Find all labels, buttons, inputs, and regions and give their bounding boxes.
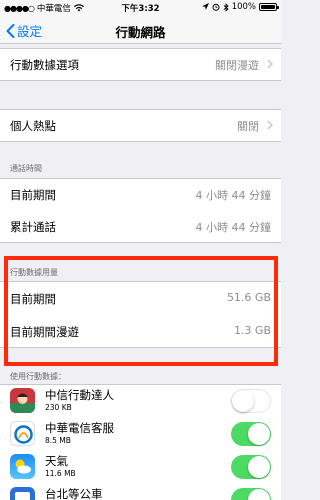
app-data-toggle[interactable] [231,389,271,413]
personal-hotspot-row[interactable]: 個人熱點 關閉 [0,109,281,141]
personal-hotspot-label: 個人熱點 [10,119,56,133]
status-right: 100% [201,2,279,12]
app-size: 8.5 MB [45,436,71,445]
data-usage-header: 行動數據用量 [10,268,58,277]
battery-percent: 100% [231,2,256,12]
status-bar: ●●●●○ 中華電信 下午3:32 100% [0,0,281,14]
app-name: 中信行動達人 [45,388,114,402]
call-time-total-value: 4 小時 44 分鐘 [195,221,272,234]
app-row-bus: 台北等公車 [0,483,281,500]
app-name: 中華電信客服 [45,421,114,435]
data-usage-current-value: 51.6 GB [226,291,271,304]
battery-icon [259,3,279,11]
call-time-total-row: 累計通話 4 小時 44 分鐘 [0,210,281,242]
app-size: 11.6 MB [45,469,76,478]
page-title: 行動網路 [115,25,166,40]
app-size: 230 KB [45,403,72,412]
app-data-toggle[interactable] [231,422,271,446]
chevron-right-icon [267,59,273,69]
location-icon [201,3,209,10]
cellular-data-options-label: 行動數據選項 [10,58,79,72]
data-usage-roaming-value: 1.3 GB [233,324,271,337]
weather-icon [10,454,35,479]
cellular-data-options-value: 關閉漫遊 [215,59,259,72]
cellular-data-options-row[interactable]: 行動數據選項 關閉漫遊 [0,48,281,80]
bluetooth-icon [223,2,229,12]
bus-icon [10,487,35,500]
ctbc-icon [10,388,35,413]
app-row-cht-service: 中華電信客服 8.5 MB [0,417,281,450]
app-data-toggle[interactable] [231,488,271,500]
app-row-ctbc: 中信行動達人 230 KB [0,384,281,417]
alarm-icon [212,3,220,11]
nav-bar: 設定 行動網路 [0,14,281,44]
app-data-toggle[interactable] [231,455,271,479]
chevron-right-icon [267,120,273,130]
apps-section-header: 使用行動數據： [10,372,66,381]
app-row-weather: 天氣 11.6 MB [0,450,281,483]
personal-hotspot-value: 關閉 [237,120,259,133]
data-usage-current-label: 目前期間 [10,292,56,306]
data-usage-roaming-row: 目前期間漫遊 1.3 GB [0,315,281,347]
call-time-current-label: 目前期間 [10,188,56,202]
call-time-current-row: 目前期間 4 小時 44 分鐘 [0,178,281,210]
data-usage-current-row: 目前期間 51.6 GB [0,281,281,315]
data-usage-roaming-label: 目前期間漫遊 [10,325,79,339]
app-name: 天氣 [45,454,68,468]
call-time-header: 通話時間 [10,164,42,173]
app-name: 台北等公車 [45,487,103,500]
call-time-current-value: 4 小時 44 分鐘 [195,189,272,202]
cht-service-icon [10,421,35,446]
call-time-total-label: 累計通話 [10,220,56,234]
